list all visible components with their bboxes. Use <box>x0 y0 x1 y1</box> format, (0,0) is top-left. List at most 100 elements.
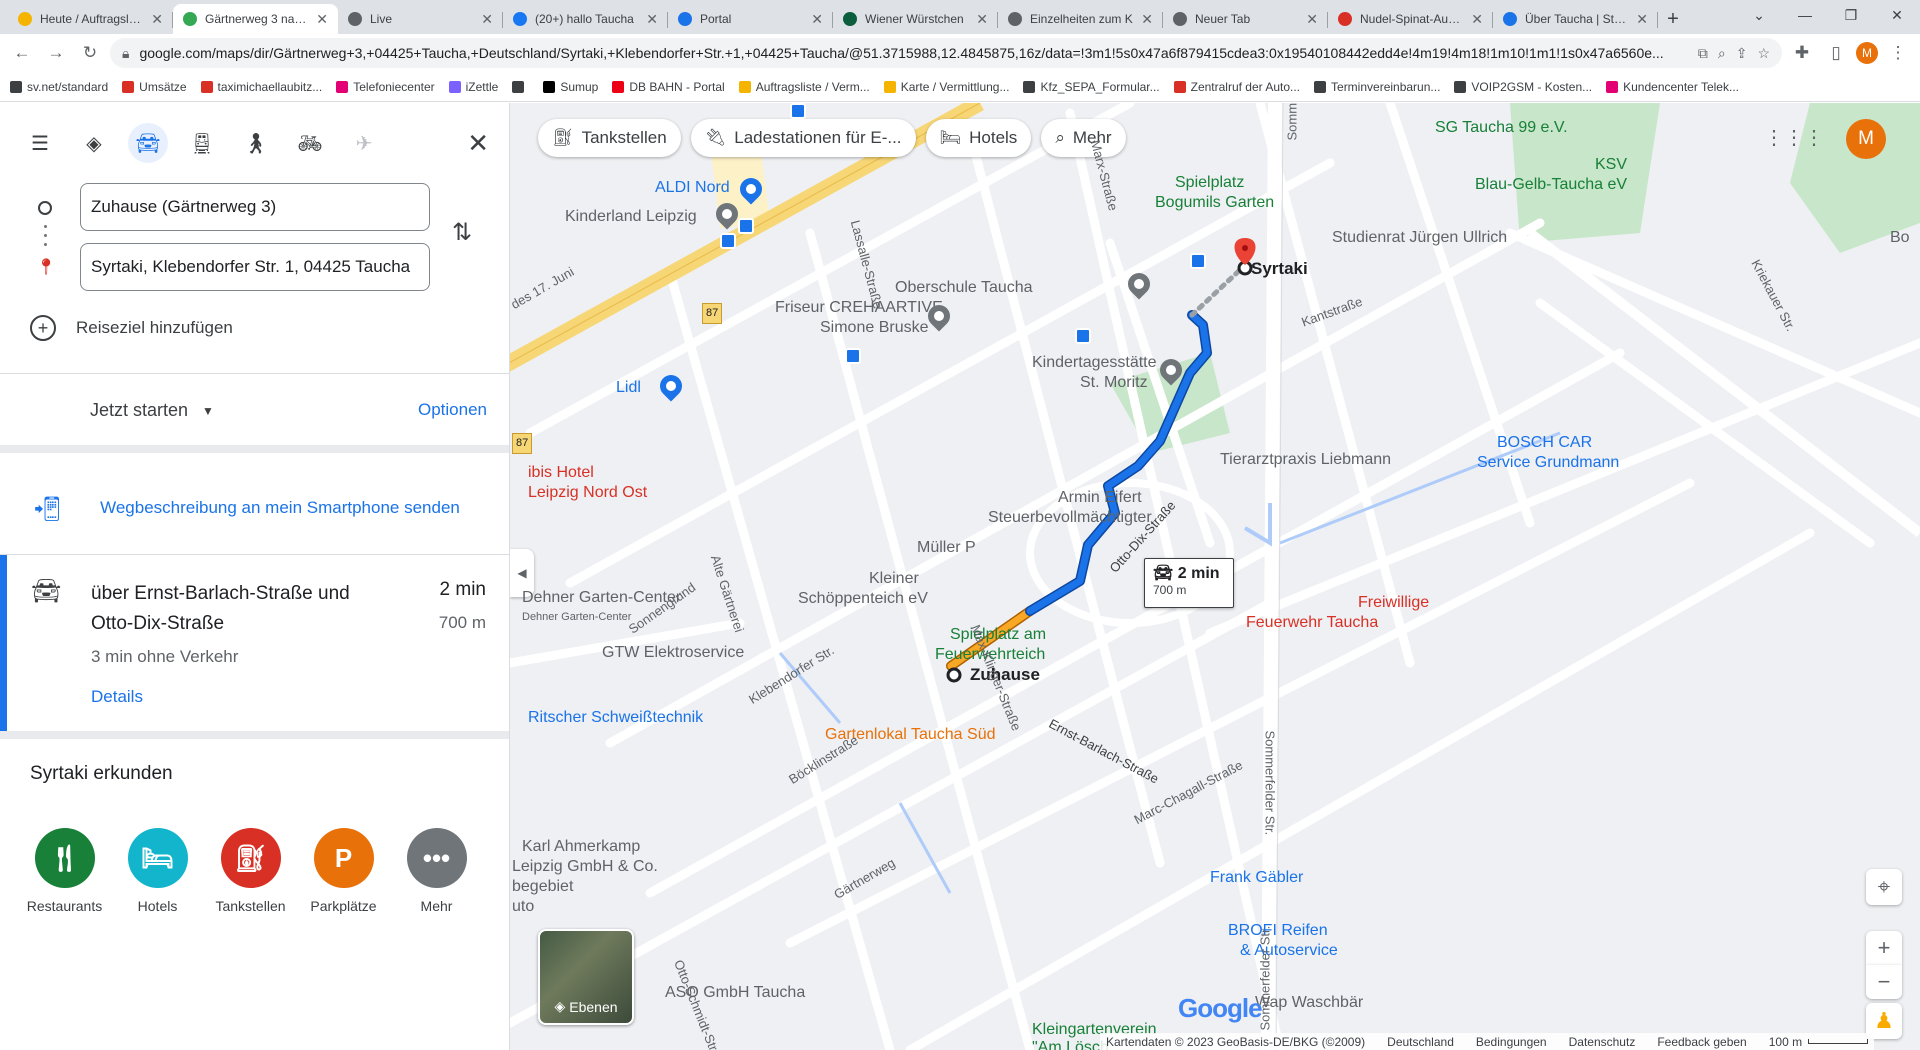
add-destination-button[interactable]: + Reiseziel hinzufügen <box>30 315 233 341</box>
spielplatz-bogumil-label-2[interactable]: Bogumils Garten <box>1155 193 1274 212</box>
tab-search-icon[interactable]: ⌄ <box>1736 0 1782 30</box>
reload-button[interactable]: ↻ <box>76 39 104 67</box>
begebiet-label-2[interactable]: uto <box>512 897 534 916</box>
account-avatar[interactable]: M <box>1846 119 1886 159</box>
layers-button[interactable]: ◈ Ebenen <box>538 929 634 1025</box>
zoom-in-button[interactable]: + <box>1866 931 1902 965</box>
ahmerkamp-label-1[interactable]: Karl Ahmerkamp <box>522 837 640 856</box>
origin-input[interactable]: Zuhause (Gärtnerweg 3) <box>80 183 430 231</box>
route-details-link[interactable]: Details <box>91 687 143 707</box>
bus-stop-icon[interactable] <box>720 233 736 249</box>
destination-input[interactable]: Syrtaki, Klebendorfer Str. 1, 04425 Tauc… <box>80 243 430 291</box>
ibis-label-1[interactable]: ibis Hotel <box>528 463 594 482</box>
kleiner-label-1[interactable]: Kleiner <box>869 569 919 588</box>
spielplatz-bogumil-label-1[interactable]: Spielplatz <box>1175 173 1244 192</box>
swap-icon[interactable]: ⇅ <box>452 218 472 247</box>
best-route-icon[interactable]: ◈ <box>74 123 114 163</box>
bosch-label-2[interactable]: Service Grundmann <box>1477 453 1619 472</box>
mode-cycling-icon[interactable]: 🚲︎ <box>290 123 330 163</box>
close-tab-icon[interactable]: ✕ <box>646 11 658 28</box>
brofi-label-2[interactable]: & Autoservice <box>1240 941 1338 960</box>
bus-stop-icon[interactable] <box>1190 253 1206 269</box>
install-icon[interactable]: ⧉ <box>1698 45 1708 62</box>
close-tab-icon[interactable]: ✕ <box>1306 11 1318 28</box>
bookmark-item[interactable]: Kundencenter Telek... <box>1606 80 1739 94</box>
my-location-button[interactable]: ⌖ <box>1866 869 1902 905</box>
close-directions-icon[interactable]: ✕ <box>467 128 489 159</box>
kinderland-label[interactable]: Kinderland Leipzig <box>565 207 697 226</box>
browser-menu-icon[interactable]: ⋮ <box>1884 39 1912 67</box>
bookmark-item[interactable]: taximichaellaubitz... <box>200 80 322 94</box>
forward-button[interactable]: → <box>42 39 70 67</box>
browser-tab[interactable]: Heute / Auftragsliste ✕ <box>8 4 173 34</box>
bookmark-item[interactable]: Umsätze <box>122 80 187 94</box>
kita-label-2[interactable]: St. Moritz <box>1080 373 1148 392</box>
bus-stop-icon[interactable] <box>845 348 861 364</box>
browser-tab[interactable]: Neuer Tab ✕ <box>1163 4 1328 34</box>
friseur-label-2[interactable]: Simone Bruske <box>820 318 929 337</box>
browser-tab[interactable]: (20+) hallo Taucha ✕ <box>503 4 668 34</box>
bus-stop-icon[interactable] <box>738 218 754 234</box>
close-tab-icon[interactable]: ✕ <box>1471 11 1483 28</box>
kleiner-label-2[interactable]: Schöppenteich eV <box>798 589 928 608</box>
explore-restaurants-button[interactable]: 🍴︎ Restaurants <box>22 828 107 914</box>
extensions-icon[interactable]: ✚ <box>1788 39 1816 67</box>
back-button[interactable]: ← <box>8 39 36 67</box>
explore-parkplätze-button[interactable]: P Parkplätze <box>301 828 386 914</box>
bookmark-item[interactable]: iZettle <box>448 80 498 94</box>
lidl-label[interactable]: Lidl <box>616 378 641 397</box>
explore-mehr-button[interactable]: ••• Mehr <box>394 828 479 914</box>
browser-tab[interactable]: Nudel-Spinat-Auflauf ✕ <box>1328 4 1493 34</box>
bookmark-item[interactable]: DB BAHN - Portal <box>612 80 725 94</box>
bookmark-item[interactable]: VOIP2GSM - Kosten... <box>1454 80 1592 94</box>
tierarzt-label[interactable]: Tierarztpraxis Liebmann <box>1220 450 1391 469</box>
feuerwehr-label-2[interactable]: Feuerwehr Taucha <box>1246 613 1378 632</box>
kleingarten-label-2[interactable]: "Am Lösch <box>1032 1038 1109 1050</box>
profile-avatar[interactable]: M <box>1856 42 1878 64</box>
browser-tab[interactable]: Gärtnerweg 3 nach Syrtaki ✕ <box>173 4 338 34</box>
gtw-label[interactable]: GTW Elektroservice <box>602 643 744 662</box>
ahmerkamp-label-2[interactable]: Leipzig GmbH & Co. <box>512 857 658 876</box>
mode-flight-icon[interactable]: ✈ <box>344 123 384 163</box>
browser-tab[interactable]: Portal ✕ <box>668 4 833 34</box>
feuerwehr-label-1[interactable]: Freiwillige <box>1358 593 1429 612</box>
frank-label[interactable]: Frank Gäbler <box>1210 868 1303 887</box>
dehner-label-2[interactable]: Dehner Garten-Center <box>522 608 631 627</box>
bookmark-star-icon[interactable]: ☆ <box>1757 45 1770 62</box>
kita-label-1[interactable]: Kindertagesstätte <box>1032 353 1157 372</box>
close-tab-icon[interactable]: ✕ <box>151 11 163 28</box>
brofi-label-1[interactable]: BROFI Reifen <box>1228 921 1328 940</box>
sg-taucha-label[interactable]: SG Taucha 99 e.V. <box>1435 118 1568 137</box>
mueller-label[interactable]: Müller P <box>917 538 976 557</box>
address-bar[interactable]: 🔒︎ google.com/maps/dir/Gärtnerweg+3,+044… <box>110 38 1782 68</box>
mode-walking-icon[interactable]: 🚶︎ <box>236 123 276 163</box>
bookmark-item[interactable]: Auftragsliste / Verm... <box>738 80 870 94</box>
oberschule-label[interactable]: Oberschule Taucha <box>895 278 1033 297</box>
country-link[interactable]: Deutschland <box>1387 1035 1454 1049</box>
bookmark-item[interactable]: sv.net/standard <box>10 80 108 94</box>
aldi-label[interactable]: ALDI Nord <box>655 178 730 197</box>
bosch-label-1[interactable]: BOSCH CAR <box>1497 433 1592 452</box>
bus-stop-icon[interactable] <box>1075 328 1091 344</box>
bookmark-item[interactable] <box>512 80 529 93</box>
spielplatz-fw-label-1[interactable]: Spielplatz am <box>950 625 1046 644</box>
armin-label-1[interactable]: Armin Eifert <box>1058 488 1142 507</box>
browser-tab[interactable]: Einzelheiten zum K ✕ <box>998 4 1163 34</box>
explore-tankstellen-button[interactable]: ⛽︎ Tankstellen <box>208 828 293 914</box>
browser-tab[interactable]: Live ✕ <box>338 4 503 34</box>
chip-hotels[interactable]: 🛏︎ Hotels <box>925 119 1032 157</box>
feedback-link[interactable]: Feedback geben <box>1657 1035 1746 1049</box>
new-tab-button[interactable]: + <box>1658 4 1688 34</box>
begebiet-label-1[interactable]: begebiet <box>512 877 573 896</box>
options-link[interactable]: Optionen <box>418 400 487 420</box>
minimize-button[interactable]: — <box>1782 0 1828 30</box>
ritscher-label[interactable]: Ritscher Schweißtechnik <box>528 708 703 727</box>
close-tab-icon[interactable]: ✕ <box>1141 11 1153 28</box>
browser-tab[interactable]: Wiener Würstchen ✕ <box>833 4 998 34</box>
close-tab-icon[interactable]: ✕ <box>811 11 823 28</box>
close-tab-icon[interactable]: ✕ <box>1636 11 1648 28</box>
lock-icon[interactable]: 🔒︎ <box>122 45 129 62</box>
bookmark-item[interactable]: Terminvereinbarun... <box>1314 80 1440 94</box>
bookmark-item[interactable]: Telefoniecenter <box>336 80 435 94</box>
close-window-button[interactable]: ✕ <box>1874 0 1920 30</box>
